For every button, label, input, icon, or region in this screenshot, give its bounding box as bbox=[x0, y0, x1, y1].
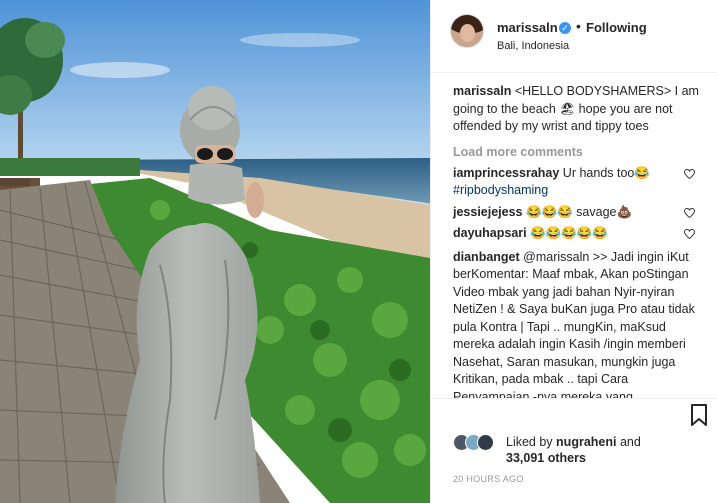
beach-photo-illustration bbox=[0, 0, 430, 503]
comment-author[interactable]: jessiejejess bbox=[453, 205, 523, 219]
post-timestamp[interactable]: 20 HOURS AGO bbox=[453, 474, 524, 484]
post-header: marissaln ✓ • Following Bali, Indonesia bbox=[431, 0, 717, 73]
avatar[interactable] bbox=[450, 14, 484, 48]
heart-icon[interactable] bbox=[684, 229, 695, 239]
list-item: jessiejejess 😂😂😂 savage💩 bbox=[453, 204, 717, 222]
post-username[interactable]: marissaln bbox=[497, 20, 558, 35]
list-item: dianbanget @marissaln >> Jadi ingin iKut… bbox=[453, 249, 717, 399]
load-more-comments-button[interactable]: Load more comments bbox=[453, 145, 717, 159]
comment-text: @marissaln >> Jadi ingin iKut berKomenta… bbox=[453, 249, 695, 399]
likes-section: Liked by nugraheni and 33,091 others bbox=[453, 432, 713, 466]
action-bar bbox=[431, 398, 717, 435]
liked-by-prefix: Liked by bbox=[506, 435, 553, 449]
post-location[interactable]: Bali, Indonesia bbox=[497, 40, 569, 52]
list-item: iamprincessrahay Ur hands too😂 #ripbodys… bbox=[453, 165, 717, 200]
heart-icon[interactable] bbox=[684, 168, 695, 179]
list-item: dayuhapsari 😂😂😂😂😂 bbox=[453, 225, 717, 243]
post-photo[interactable] bbox=[0, 0, 430, 503]
comment-hashtag[interactable]: #ripbodyshaming bbox=[453, 183, 548, 197]
comment-author[interactable]: iamprincessrahay bbox=[453, 166, 559, 180]
liker-avatar[interactable] bbox=[477, 434, 494, 451]
liked-by-user[interactable]: nugraheni bbox=[556, 435, 616, 449]
following-button[interactable]: Following bbox=[586, 20, 647, 35]
comment-author[interactable]: dianbanget bbox=[453, 250, 520, 264]
verified-badge-icon: ✓ bbox=[559, 22, 571, 34]
likes-count[interactable]: 33,091 others bbox=[506, 451, 586, 465]
liked-by-joiner: and bbox=[619, 435, 641, 449]
caption: marissaln <HELLO BODYSHAMERS> I am going… bbox=[453, 83, 717, 136]
heart-icon[interactable] bbox=[684, 207, 695, 218]
bookmark-icon[interactable] bbox=[689, 404, 709, 426]
separator-dot: • bbox=[576, 18, 581, 34]
comment-text: 😂😂😂 savage💩 bbox=[526, 204, 633, 219]
instagram-post-view: marissaln ✓ • Following Bali, Indonesia … bbox=[0, 0, 717, 503]
comment-text: 😂😂😂😂😂 bbox=[530, 226, 608, 240]
comment-text: Ur hands too😂 bbox=[562, 165, 650, 180]
liked-by-text: Liked by nugraheni and 33,091 others bbox=[506, 434, 706, 466]
comment-author[interactable]: dayuhapsari bbox=[453, 226, 527, 240]
caption-author[interactable]: marissaln bbox=[453, 84, 511, 98]
post-side-panel: marissaln ✓ • Following Bali, Indonesia … bbox=[430, 0, 717, 503]
comments-list[interactable]: marissaln <HELLO BODYSHAMERS> I am going… bbox=[431, 73, 717, 398]
